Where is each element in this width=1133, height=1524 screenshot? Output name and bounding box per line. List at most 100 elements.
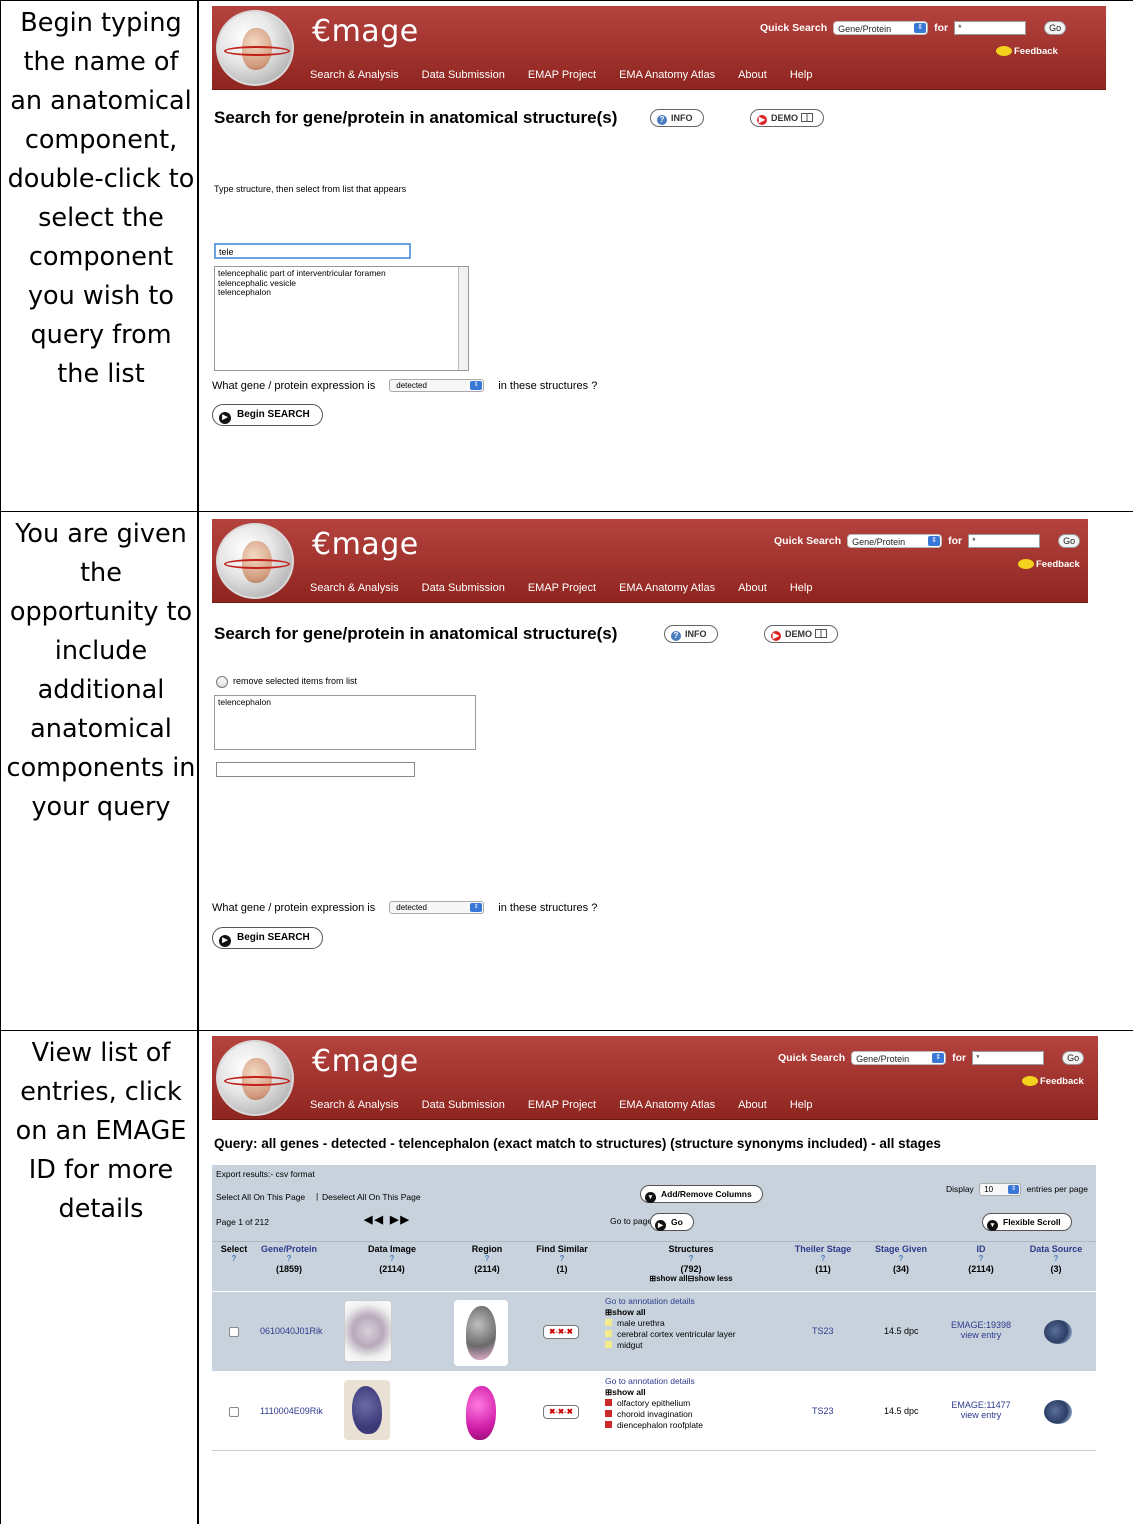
theiler-stage-link[interactable]: TS23 [812,1406,834,1416]
help-icon[interactable]: ? [452,1254,522,1264]
nav-emap-project[interactable]: EMAP Project [528,1099,596,1111]
quick-search-select[interactable]: Gene/Protein ⇕ [851,1051,947,1065]
data-source-icon[interactable] [1044,1400,1072,1424]
go-to-page-button[interactable]: ▶ Go [650,1213,694,1231]
show-all-toggle[interactable]: show all [612,1387,646,1397]
help-icon[interactable]: ? [788,1254,858,1264]
quick-search-input[interactable]: * [968,534,1041,548]
nav-search-analysis[interactable]: Search & Analysis [310,1099,399,1111]
feedback-link[interactable]: Feedback [1018,559,1080,570]
nav-search-analysis[interactable]: Search & Analysis [310,69,399,81]
expression-select[interactable]: detected ⇕ [389,901,485,914]
help-icon[interactable]: ? [526,1254,598,1264]
annotation-details-link[interactable]: Go to annotation details [605,1376,703,1387]
nav-ema-anatomy-atlas[interactable]: EMA Anatomy Atlas [619,582,715,594]
theiler-stage-link[interactable]: TS23 [812,1326,834,1336]
site-header: €mage Quick Search Gene/Protein ⇕ for * G… [212,519,1088,603]
nav-about[interactable]: About [738,69,767,81]
nav-emap-project[interactable]: EMAP Project [528,582,596,594]
help-icon[interactable]: ? [868,1254,934,1264]
col-id[interactable]: ID? (2114) [946,1244,1016,1274]
emage-id-link[interactable]: EMAGE:19398 view entry [946,1320,1016,1340]
deselect-all-link[interactable]: Deselect All On This Page [322,1192,421,1202]
selected-structures-list[interactable]: telencephalon [214,695,476,750]
nav-ema-anatomy-atlas[interactable]: EMA Anatomy Atlas [619,1099,715,1111]
quick-search-go-button[interactable]: Go [1044,21,1067,35]
quick-search-go-button[interactable]: Go [1062,1051,1085,1065]
col-theiler-stage[interactable]: Theiler Stage? (11) [788,1244,858,1274]
begin-search-button[interactable]: ▶ Begin SEARCH [212,927,323,949]
export-link[interactable]: Export results:- csv format [216,1169,315,1179]
info-button[interactable]: ? INFO [650,109,704,127]
quick-search-select[interactable]: Gene/Protein ⇕ [833,21,929,35]
structure-input[interactable]: tele [214,243,411,259]
feedback-link[interactable]: Feedback [996,46,1058,57]
nav-data-submission[interactable]: Data Submission [422,582,505,594]
nav-data-submission[interactable]: Data Submission [422,1099,505,1111]
help-icon[interactable]: ? [946,1254,1016,1264]
help-icon[interactable]: ? [214,1254,254,1264]
help-icon[interactable]: ? [254,1254,324,1264]
quick-search-input[interactable]: * [954,21,1027,35]
emage-logo[interactable] [216,10,294,86]
list-scrollbar[interactable] [458,267,468,370]
gene-link[interactable]: 1110004E09Rik [260,1406,323,1416]
demo-button[interactable]: ▶ DEMO [764,625,838,643]
show-all-toggle[interactable]: show all [612,1307,646,1317]
col-gene[interactable]: Gene/Protein? (1859) [254,1244,324,1274]
expression-select[interactable]: detected ⇕ [389,379,485,392]
nav-about[interactable]: About [738,1099,767,1111]
suggestion-list[interactable]: telencephalic part of interventricular f… [214,266,469,371]
emage-logo[interactable] [216,523,294,599]
help-icon[interactable]: ? [606,1254,776,1264]
row-select-checkbox[interactable] [229,1327,239,1337]
show-less-toggle[interactable]: show less [694,1274,732,1283]
info-button[interactable]: ? INFO [664,625,718,643]
help-icon[interactable]: ? [352,1254,432,1264]
find-similar-button[interactable]: ✖-✖-✖ [543,1325,579,1339]
nav-search-analysis[interactable]: Search & Analysis [310,582,399,594]
emage-logo[interactable] [216,1040,294,1116]
row-select-checkbox[interactable] [229,1407,239,1417]
region-thumbnail[interactable] [454,1380,508,1446]
nav-help[interactable]: Help [790,1099,813,1111]
remove-selected-radio[interactable] [216,676,228,688]
entries-per-page-select[interactable]: 10 ⇕ [979,1183,1022,1196]
feedback-link[interactable]: Feedback [1022,1076,1084,1087]
add-remove-columns-button[interactable]: ▼ Add/Remove Columns [640,1185,763,1203]
emage-id-link[interactable]: EMAGE:11477 view entry [946,1400,1016,1420]
show-all-toggle[interactable]: show all [656,1274,688,1283]
data-image-thumbnail[interactable] [344,1380,390,1440]
view-entry-link[interactable]: view entry [961,1410,1002,1420]
nav-about[interactable]: About [738,582,767,594]
data-image-thumbnail[interactable] [344,1300,392,1362]
quick-search-label: Quick Search [778,1052,846,1064]
begin-search-button[interactable]: ▶ Begin SEARCH [212,404,323,426]
flexible-scroll-button[interactable]: ▼ Flexible Scroll [982,1213,1072,1231]
find-similar-button[interactable]: ✖-✖-✖ [543,1405,579,1419]
help-icon[interactable]: ? [1020,1254,1092,1264]
col-data-source[interactable]: Data Source? (3) [1020,1244,1092,1274]
col-stage-given[interactable]: Stage Given? (34) [868,1244,934,1274]
nav-help[interactable]: Help [790,69,813,81]
selected-item[interactable]: telencephalon [218,697,472,708]
gene-link[interactable]: 0610040J01Rik [260,1326,323,1336]
view-entry-link[interactable]: view entry [961,1330,1002,1340]
demo-button[interactable]: ▶ DEMO [750,109,824,127]
nav-data-submission[interactable]: Data Submission [422,69,505,81]
nav-ema-anatomy-atlas[interactable]: EMA Anatomy Atlas [619,69,715,81]
col-select[interactable]: Select? [214,1244,254,1264]
annotation-details-link[interactable]: Go to annotation details [605,1296,736,1307]
quick-search-go-button[interactable]: Go [1058,534,1081,548]
site-header: €mage Quick Search Gene/Protein ⇕ for * G… [212,6,1106,90]
data-source-icon[interactable] [1044,1320,1072,1344]
select-all-link[interactable]: Select All On This Page [216,1192,305,1202]
additional-structure-input[interactable] [216,762,415,777]
nav-help[interactable]: Help [790,582,813,594]
suggestion-item[interactable]: telencephalon [218,287,465,298]
region-thumbnail[interactable] [454,1300,508,1366]
pager-arrows[interactable]: ◀◀ ▶▶ [364,1213,411,1226]
quick-search-select[interactable]: Gene/Protein ⇕ [847,534,943,548]
nav-emap-project[interactable]: EMAP Project [528,69,596,81]
quick-search-input[interactable]: * [972,1051,1045,1065]
